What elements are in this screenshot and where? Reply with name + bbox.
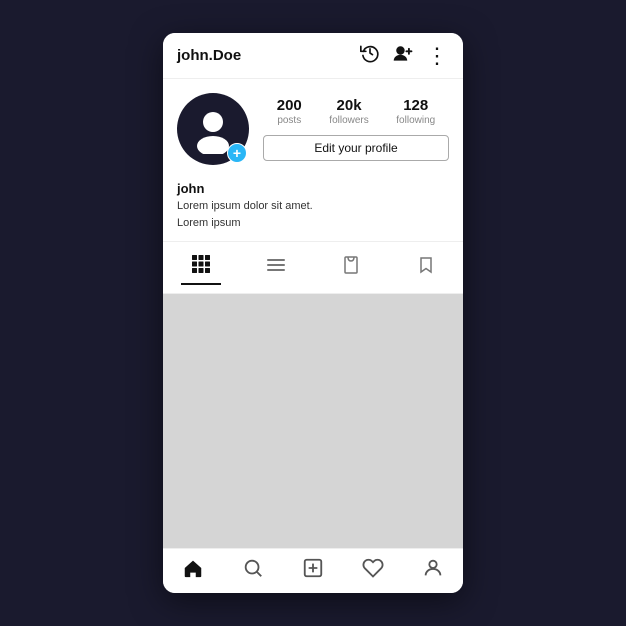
phone-frame: john.Doe ⋮ xyxy=(163,33,463,593)
photo-grid xyxy=(163,294,463,548)
stat-posts: 200 posts xyxy=(277,97,302,127)
grid-cell-5[interactable] xyxy=(291,422,417,548)
username: john.Doe xyxy=(177,47,241,64)
add-avatar-button[interactable]: + xyxy=(227,143,247,163)
grid-cell-6[interactable] xyxy=(419,422,463,548)
history-icon[interactable] xyxy=(360,43,380,68)
grid-cell-4[interactable] xyxy=(163,422,289,548)
grid-cell-3[interactable] xyxy=(419,294,463,420)
add-person-icon[interactable] xyxy=(392,43,414,68)
stat-following: 128 following xyxy=(396,97,435,127)
top-bar: john.Doe ⋮ xyxy=(163,33,463,79)
bio-name: john xyxy=(177,181,449,196)
nav-home[interactable] xyxy=(182,557,204,585)
tabs-row xyxy=(163,241,463,294)
grid-cell-1[interactable] xyxy=(163,294,289,420)
bottom-nav xyxy=(163,548,463,593)
tab-list[interactable] xyxy=(256,251,296,284)
bio-text: Lorem ipsum dolor sit amet. Lorem ipsum xyxy=(177,198,449,231)
profile-section: + 200 posts 20k followers 128 following xyxy=(163,79,463,175)
nav-add[interactable] xyxy=(302,557,324,585)
tab-tag[interactable] xyxy=(331,251,371,284)
top-icons: ⋮ xyxy=(360,43,449,68)
avatar-wrapper: + xyxy=(177,93,249,165)
more-icon[interactable]: ⋮ xyxy=(426,45,449,67)
bio-section: john Lorem ipsum dolor sit amet. Lorem i… xyxy=(163,175,463,241)
tab-bookmark[interactable] xyxy=(406,251,446,284)
nav-profile[interactable] xyxy=(422,557,444,585)
nav-search[interactable] xyxy=(242,557,264,585)
nav-heart[interactable] xyxy=(362,557,384,585)
tab-grid[interactable] xyxy=(181,250,221,285)
edit-profile-button[interactable]: Edit your profile xyxy=(263,135,449,161)
grid-cell-2[interactable] xyxy=(291,294,417,420)
stat-followers: 20k followers xyxy=(329,97,368,127)
stats-row: 200 posts 20k followers 128 following xyxy=(263,97,449,127)
stats-and-button: 200 posts 20k followers 128 following Ed… xyxy=(263,97,449,161)
